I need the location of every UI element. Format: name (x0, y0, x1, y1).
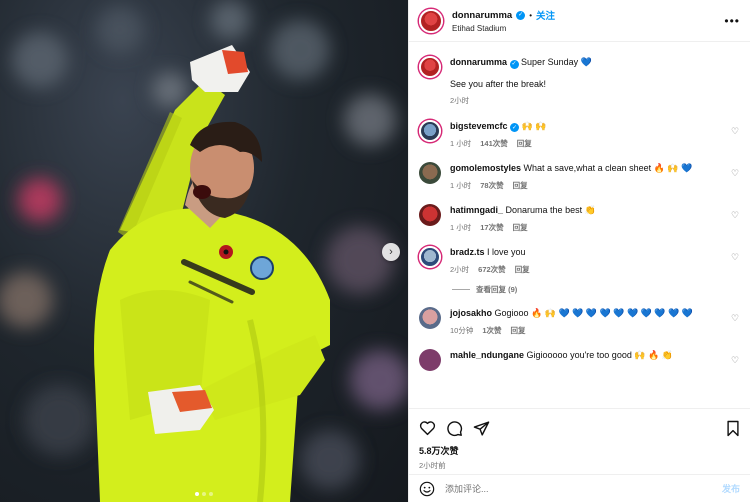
post-comment-button[interactable]: 发布 (722, 482, 740, 495)
heart-icon[interactable]: ♡ (731, 211, 740, 220)
comment-text: What a save,what a clean sheet 🔥 🙌 💙 (523, 163, 693, 173)
comment-text: Gogiooo 🔥 🙌 💙 💙 💙 💙 💙 💙 💙 💙 💙 💙 (494, 308, 694, 318)
goalkeeper-figure (94, 45, 330, 502)
comment-text: I love you (487, 247, 526, 257)
heart-icon[interactable] (419, 420, 436, 436)
commenter-avatar[interactable] (419, 246, 441, 268)
commenter-avatar[interactable] (419, 307, 441, 329)
post-viewer: › donnarumma ✓ • 关注 Etihad Stadium ••• d… (0, 0, 750, 502)
commenter-username[interactable]: hatimngadi_ (450, 205, 503, 215)
comment-text: 🙌 🙌 (521, 120, 547, 131)
more-icon[interactable]: ••• (724, 14, 740, 28)
post-caption: donnarumma ✓ Super Sunday 💙 See you afte… (419, 56, 740, 106)
likes-count[interactable]: 5.8万次赞 (419, 444, 740, 457)
posted-time: 2小时前 (419, 461, 446, 470)
emoji-icon[interactable] (419, 481, 435, 497)
commenter-avatar[interactable] (419, 162, 441, 184)
reply-button[interactable]: 回复 (511, 325, 526, 336)
location-link[interactable]: Etihad Stadium (452, 24, 555, 33)
comment-item: hatimngadi_ Donaruma the best 👏 1 小时 17次… (419, 204, 740, 233)
dot-separator: • (529, 10, 532, 20)
comment-likes[interactable]: 17次赞 (480, 222, 503, 233)
reply-button[interactable]: 回复 (515, 264, 530, 275)
heart-icon[interactable]: ♡ (731, 314, 740, 323)
chevron-right-icon: › (389, 245, 393, 258)
carousel-dots (195, 492, 213, 496)
commenter-username[interactable]: jojosakho (450, 308, 492, 318)
reply-button[interactable]: 回复 (513, 222, 528, 233)
comment-item: jojosakho Gogiooo 🔥 🙌 💙 💙 💙 💙 💙 💙 💙 💙 💙 … (419, 307, 740, 336)
view-replies-label: 查看回复 (9) (476, 285, 518, 294)
divider (452, 289, 470, 290)
next-photo-button[interactable]: › (382, 243, 400, 261)
bookmark-icon[interactable] (726, 420, 740, 437)
caption-time: 2小时 (450, 95, 470, 105)
caption-text: Super Sunday 💙 (521, 57, 592, 67)
verified-icon: ✓ (509, 59, 519, 69)
commenter-username[interactable]: gomolemostyles (450, 163, 521, 173)
comment-item: bradz.ts I love you 2小时 672次赞 回复 ♡ (419, 246, 740, 275)
reply-button[interactable]: 回复 (517, 138, 532, 149)
post-side-panel: donnarumma ✓ • 关注 Etihad Stadium ••• don… (408, 0, 750, 502)
heart-icon[interactable]: ♡ (731, 169, 740, 178)
reply-button[interactable]: 回复 (513, 180, 528, 191)
comment-icon[interactable] (446, 420, 463, 437)
comment-likes[interactable]: 1次赞 (482, 325, 501, 336)
comment-time: 1 小时 (450, 223, 472, 232)
carousel-dot (195, 492, 199, 496)
comment-likes[interactable]: 672次赞 (478, 264, 506, 275)
verified-icon: ✓ (516, 10, 526, 20)
comment-item: bigstevemcfc ✓ 🙌 🙌 1 小时 141次赞 回复 ♡ (419, 119, 740, 150)
commenter-username[interactable]: bigstevemcfc (450, 121, 508, 131)
post-photo[interactable]: › (0, 0, 408, 502)
heart-icon[interactable]: ♡ (731, 356, 740, 365)
heart-icon[interactable]: ♡ (731, 253, 740, 262)
commenter-username[interactable]: bradz.ts (450, 247, 485, 257)
follow-button[interactable]: 关注 (536, 8, 555, 22)
comments-list[interactable]: donnarumma ✓ Super Sunday 💙 See you afte… (409, 42, 750, 408)
post-header: donnarumma ✓ • 关注 Etihad Stadium ••• (409, 0, 750, 42)
author-avatar[interactable] (419, 8, 443, 33)
comment-time: 1 小时 (450, 139, 472, 148)
comment-item: mahle_ndungane Gigiooooo you're too good… (419, 349, 740, 371)
add-comment-bar: 添加评论... 发布 (409, 474, 750, 502)
commenter-avatar[interactable] (419, 204, 441, 226)
comment-text: Gigiooooo you're too good 🙌 🔥 👏 (526, 350, 673, 360)
verified-icon: ✓ (510, 123, 520, 132)
comment-item: gomolemostyles What a save,what a clean … (419, 162, 740, 191)
view-replies-button[interactable]: 查看回复 (9) (452, 284, 740, 295)
author-username[interactable]: donnarumma (452, 10, 512, 21)
comment-likes[interactable]: 141次赞 (480, 138, 508, 149)
heart-icon[interactable]: ♡ (731, 126, 740, 136)
comment-input[interactable]: 添加评论... (445, 482, 712, 495)
carousel-dot (209, 492, 213, 496)
caption-avatar[interactable] (419, 56, 441, 78)
commenter-avatar[interactable] (419, 119, 441, 142)
commenter-username[interactable]: mahle_ndungane (450, 350, 524, 360)
comment-likes[interactable]: 78次赞 (480, 180, 503, 191)
commenter-avatar[interactable] (419, 349, 441, 371)
comment-time: 1 小时 (450, 181, 472, 190)
caption-username[interactable]: donnarumma (450, 57, 507, 67)
comment-text: Donaruma the best 👏 (505, 205, 596, 215)
comment-time: 10分钟 (450, 326, 474, 335)
carousel-dot (202, 492, 206, 496)
share-icon[interactable] (473, 420, 490, 437)
comment-time: 2小时 (450, 265, 470, 274)
caption-text-line2: See you after the break! (450, 78, 547, 89)
